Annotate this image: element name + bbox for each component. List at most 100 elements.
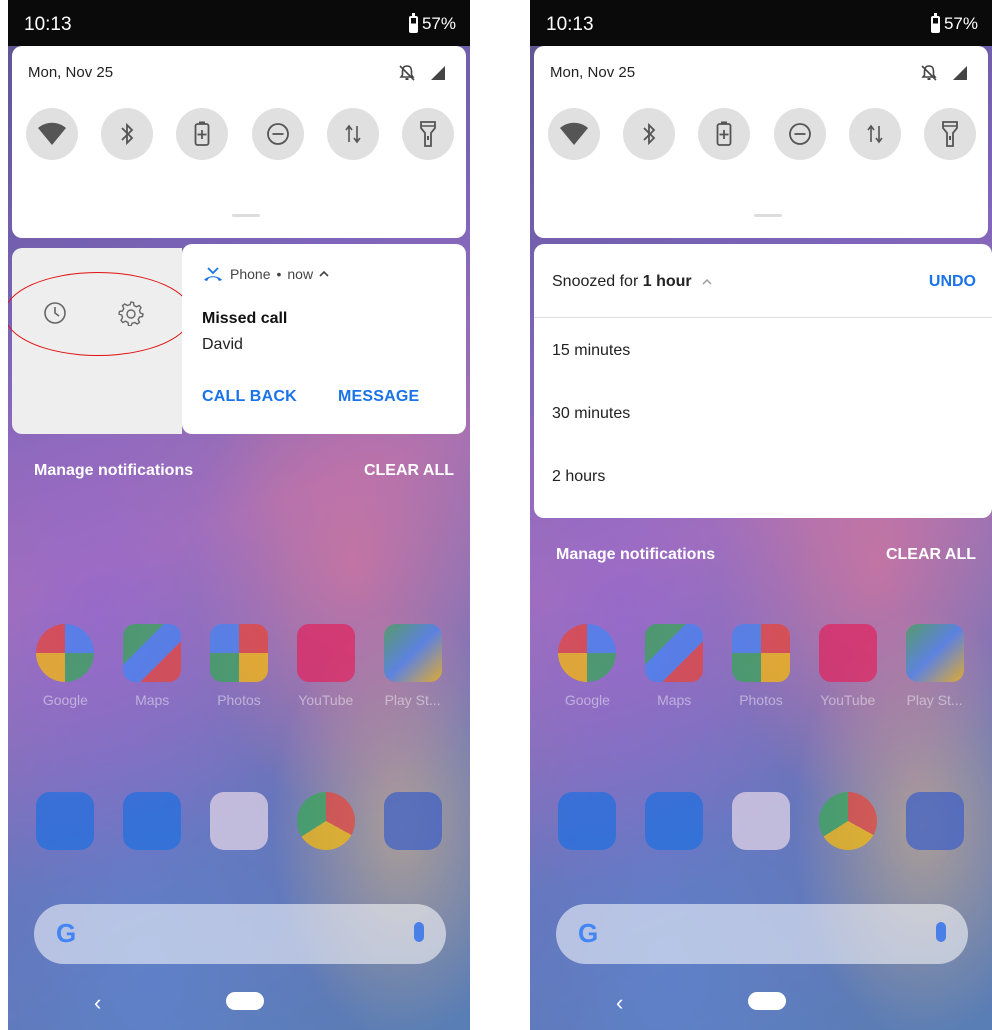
phone-icon[interactable] [558, 792, 617, 850]
app-label: Maps [135, 692, 170, 708]
photos-icon [731, 624, 790, 682]
play-store-icon [905, 624, 964, 682]
google-logo-icon: G [578, 918, 599, 948]
app-maps[interactable]: Maps [636, 624, 712, 708]
google-folder-icon [36, 624, 95, 682]
phone-screen-left: 10:13 57% Mon, Nov 25 Phone • now Missed… [8, 0, 470, 1030]
gmail-icon[interactable] [209, 792, 268, 850]
app-google[interactable]: Google [27, 624, 103, 708]
messages-icon[interactable] [645, 792, 704, 850]
back-button[interactable]: ‹ [616, 990, 623, 1016]
clear-all-button[interactable]: CLEAR ALL [886, 546, 976, 564]
manage-notifications-link[interactable]: Manage notifications [34, 462, 193, 480]
chrome-icon[interactable] [818, 792, 877, 850]
qs-date: Mon, Nov 25 [550, 64, 636, 81]
gmail-icon[interactable] [731, 792, 790, 850]
bluetooth-icon[interactable] [623, 108, 676, 160]
play-store-icon [383, 624, 442, 682]
notification-caller: David [202, 336, 243, 353]
camera-icon[interactable] [383, 792, 442, 850]
app-label: Photos [217, 692, 261, 708]
phone-screen-right: 10:13 57% Mon, Nov 25 Snoozed for 1 hour… [530, 0, 992, 1030]
app-label: Play St... [384, 692, 441, 708]
battery-level: 57% [943, 14, 978, 33]
app-maps[interactable]: Maps [114, 624, 190, 708]
missed-call-notification[interactable]: Phone • now Missed call David CALL BACK … [182, 244, 466, 434]
do-not-disturb-icon[interactable] [773, 108, 826, 160]
signal-icon [953, 66, 967, 80]
app-label: Photos [739, 692, 783, 708]
quick-settings-panel: Mon, Nov 25 [534, 46, 988, 238]
snooze-option-2-hours[interactable]: 2 hours [552, 468, 605, 486]
youtube-icon [818, 624, 877, 682]
qs-date: Mon, Nov 25 [28, 64, 114, 81]
google-folder-icon [558, 624, 617, 682]
message-button[interactable]: MESSAGE [338, 388, 419, 406]
battery-icon [930, 12, 940, 33]
mobile-data-icon[interactable] [848, 108, 901, 160]
app-play-store[interactable]: Play St... [375, 624, 451, 708]
google-search-bar[interactable]: G [556, 904, 968, 964]
maps-icon [123, 624, 182, 682]
wifi-icon[interactable] [548, 108, 600, 160]
status-time: 10:13 [546, 14, 594, 35]
flashlight-icon[interactable] [923, 108, 976, 160]
status-bar: 10:13 57% [8, 0, 470, 46]
camera-icon[interactable] [905, 792, 964, 850]
app-youtube[interactable]: YouTube [288, 624, 364, 708]
app-google[interactable]: Google [549, 624, 625, 708]
app-label: Google [42, 692, 88, 708]
app-play-store[interactable]: Play St... [897, 624, 973, 708]
battery-saver-icon[interactable] [176, 108, 229, 160]
app-youtube[interactable]: YouTube [810, 624, 886, 708]
muted-bell-icon [399, 65, 415, 81]
clear-all-button[interactable]: CLEAR ALL [364, 462, 454, 480]
messages-icon[interactable] [123, 792, 182, 850]
snooze-duration: 1 hour [642, 273, 692, 290]
status-bar: 10:13 57% [530, 0, 992, 46]
chevron-up-icon [702, 279, 712, 285]
chrome-icon[interactable] [296, 792, 355, 850]
signal-icon [431, 66, 445, 80]
snooze-option-30-minutes[interactable]: 30 minutes [552, 405, 630, 423]
flashlight-icon[interactable] [401, 108, 454, 160]
snooze-duration-toggle[interactable]: Snoozed for 1 hour [552, 273, 712, 291]
home-button[interactable] [748, 992, 786, 1010]
app-photos[interactable]: Photos [201, 624, 277, 708]
chevron-up-icon[interactable] [319, 270, 329, 278]
call-back-button[interactable]: CALL BACK [202, 388, 297, 406]
mobile-data-icon[interactable] [326, 108, 379, 160]
photos-icon [209, 624, 268, 682]
wifi-icon[interactable] [26, 108, 78, 160]
muted-bell-icon [921, 65, 937, 81]
snooze-header: Snoozed for 1 hour UNDO [534, 244, 992, 318]
battery-indicator: 57% [408, 12, 456, 34]
manage-notifications-link[interactable]: Manage notifications [556, 546, 715, 564]
microphone-icon[interactable] [414, 922, 424, 942]
microphone-icon[interactable] [936, 922, 946, 942]
highlight-circle-annotation [8, 272, 192, 356]
app-label: YouTube [820, 692, 876, 708]
snooze-option-15-minutes[interactable]: 15 minutes [552, 342, 630, 360]
maps-icon [645, 624, 704, 682]
battery-saver-icon[interactable] [698, 108, 751, 160]
qs-drag-handle[interactable] [232, 214, 260, 217]
phone-icon[interactable] [36, 792, 95, 850]
notification-app-name: Phone [230, 266, 271, 282]
status-time: 10:13 [24, 14, 72, 35]
qs-drag-handle[interactable] [754, 214, 782, 217]
do-not-disturb-icon[interactable] [251, 108, 304, 160]
google-logo-icon: G [56, 918, 77, 948]
back-button[interactable]: ‹ [94, 990, 101, 1016]
bluetooth-icon[interactable] [101, 108, 154, 160]
home-button[interactable] [226, 992, 264, 1010]
google-search-bar[interactable]: G [34, 904, 446, 964]
app-label: Google [564, 692, 610, 708]
battery-indicator: 57% [930, 12, 978, 34]
notification-title: Missed call [202, 310, 288, 327]
battery-level: 57% [421, 14, 456, 33]
app-label: YouTube [298, 692, 354, 708]
undo-button[interactable]: UNDO [929, 273, 976, 291]
missed-call-icon [204, 267, 222, 281]
app-photos[interactable]: Photos [723, 624, 799, 708]
